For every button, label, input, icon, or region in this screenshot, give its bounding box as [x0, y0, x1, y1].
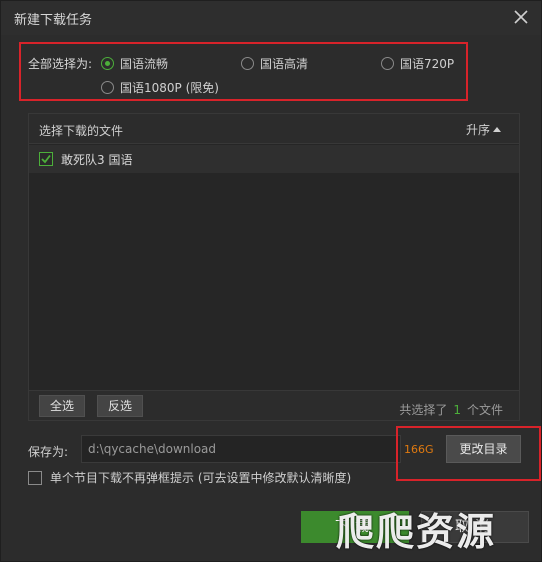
no-prompt-checkbox[interactable]	[28, 470, 42, 485]
selection-count: 共选择了 1 个文件	[399, 401, 503, 418]
file-list-footer: 全选 反选 共选择了 1 个文件	[28, 391, 520, 421]
sort-button[interactable]: 升序	[466, 121, 501, 138]
quality-selector: 全部选择为: 国语流畅 国语高清 国语720P 国语1080P (限免)	[19, 42, 468, 101]
sort-label: 升序	[465, 123, 490, 137]
file-name: 敢死队3 国语	[61, 152, 133, 167]
count-prefix: 共选择了	[399, 403, 448, 417]
radio-dot	[241, 57, 254, 70]
radio-quality-hd[interactable]: 国语高清	[241, 55, 308, 72]
free-space: 166G	[404, 443, 434, 456]
list-item[interactable]: 敢死队3 国语	[29, 145, 519, 173]
close-button[interactable]	[511, 7, 531, 27]
radio-label: 国语流畅	[120, 57, 169, 71]
radio-label: 国语高清	[260, 57, 309, 71]
count-number: 1	[453, 403, 461, 417]
no-prompt-option[interactable]: 单个节目下载不再弹框提示 (可去设置中修改默认清晰度)	[28, 469, 351, 486]
save-path-input[interactable]	[81, 435, 401, 463]
file-list: 选择下载的文件 升序 敢死队3 国语	[28, 113, 520, 391]
check-icon	[41, 154, 51, 164]
change-directory-button[interactable]: 更改目录	[446, 435, 521, 463]
file-list-header: 选择下载的文件 升序	[29, 114, 519, 144]
quality-label: 全部选择为:	[28, 57, 93, 71]
radio-label: 国语720P	[400, 57, 455, 71]
count-suffix: 个文件	[466, 403, 503, 417]
radio-quality-720p[interactable]: 国语720P	[381, 55, 454, 72]
radio-dot	[101, 57, 114, 70]
download-dialog: 新建下载任务 全部选择为: 国语流畅 国语高清 国语720P 国语1080P (…	[0, 0, 542, 562]
download-button[interactable]: 下载	[301, 511, 409, 543]
radio-quality-1080p[interactable]: 国语1080P (限免)	[101, 79, 219, 96]
radio-label: 国语1080P (限免)	[120, 81, 219, 95]
radio-quality-smooth[interactable]: 国语流畅	[101, 55, 168, 72]
save-as-label: 保存为:	[28, 445, 69, 459]
close-icon	[514, 10, 528, 24]
title-bar: 新建下载任务	[1, 1, 541, 35]
radio-dot	[381, 57, 394, 70]
select-all-button[interactable]: 全选	[39, 395, 86, 417]
file-checkbox[interactable]	[39, 152, 53, 166]
radio-dot	[101, 81, 114, 94]
file-list-title: 选择下载的文件	[39, 124, 124, 138]
invert-selection-button[interactable]: 反选	[97, 395, 144, 417]
no-prompt-label: 单个节目下载不再弹框提示 (可去设置中修改默认清晰度)	[50, 471, 352, 485]
sort-up-icon	[493, 127, 501, 132]
cancel-button[interactable]: 取消	[421, 511, 529, 543]
dialog-title: 新建下载任务	[14, 13, 93, 28]
